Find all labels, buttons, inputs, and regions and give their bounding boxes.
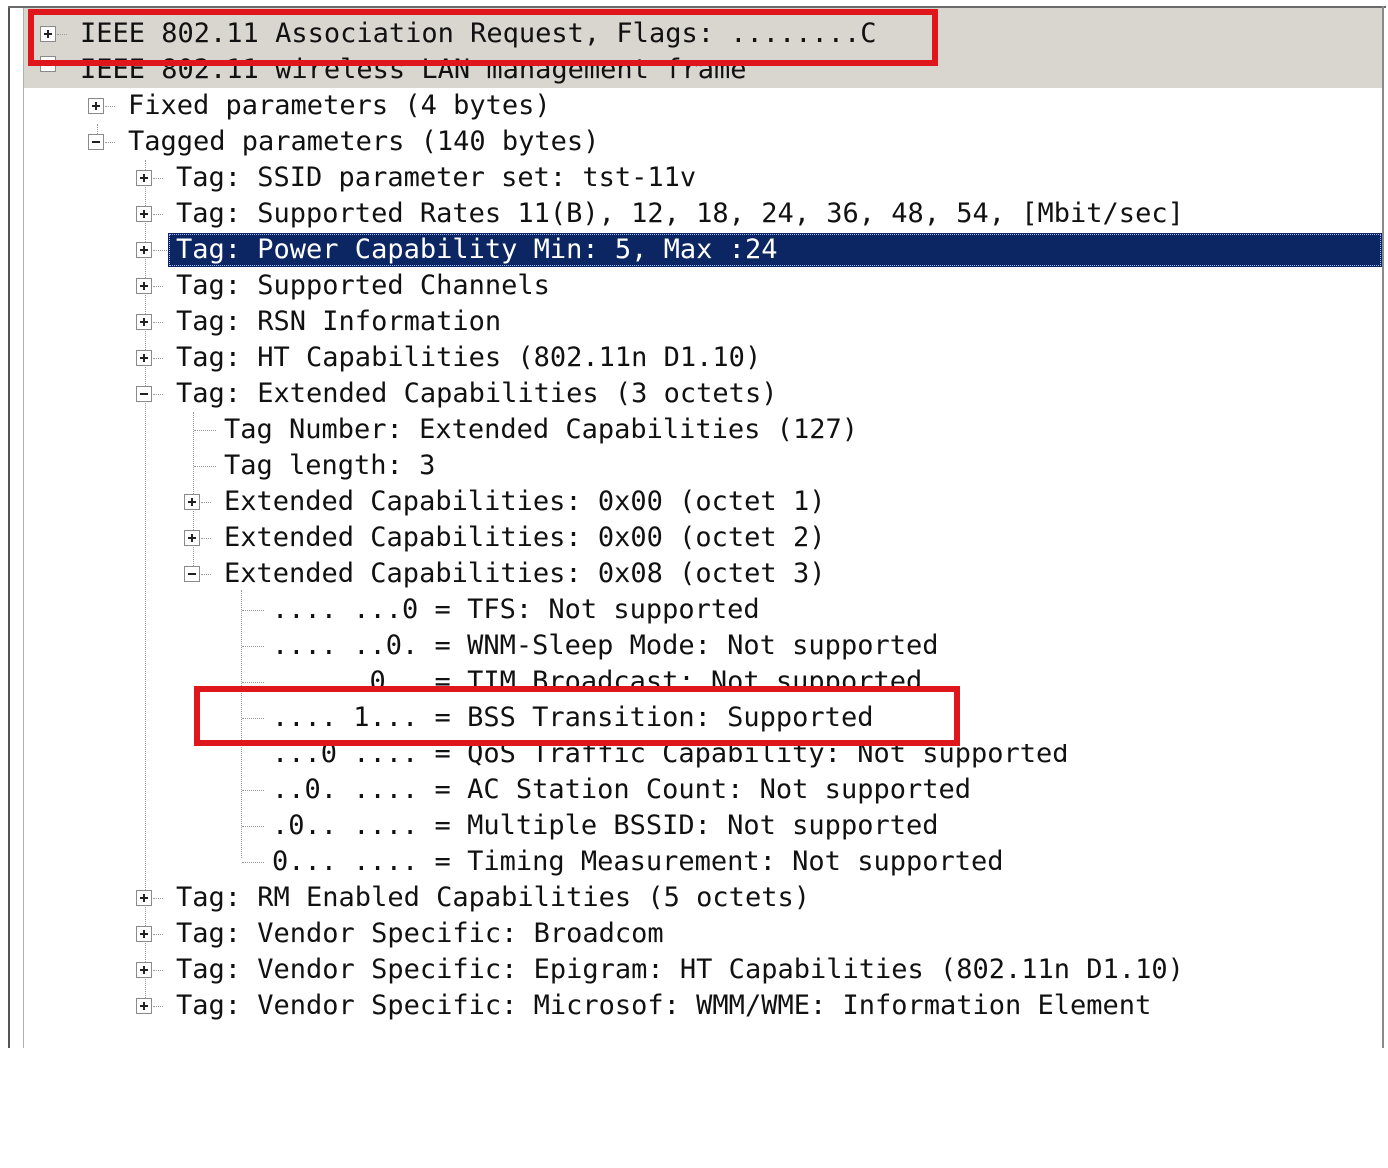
plus-box-icon[interactable]	[184, 494, 200, 510]
tree-connector	[153, 250, 167, 251]
packet-details-pane: IEEE 802.11 Association Request, Flags: …	[0, 0, 1388, 1048]
tree-connector	[153, 898, 163, 899]
plus-box-icon[interactable]	[136, 962, 152, 978]
tree-connector	[105, 106, 115, 107]
tree-connector	[105, 142, 115, 143]
highlight-box-bss-transition	[194, 686, 960, 746]
tree-connector	[153, 934, 163, 935]
pane-left-border	[8, 8, 24, 1048]
row-label: Tag: Extended Capabilities (3 octets)	[176, 378, 778, 409]
row-label: Tag: RM Enabled Capabilities (5 octets)	[176, 882, 810, 913]
row-label: Extended Capabilities: 0x08 (octet 3)	[224, 558, 826, 589]
plus-box-icon[interactable]	[88, 98, 104, 114]
row-label: .... ..0. = WNM-Sleep Mode: Not supporte…	[272, 630, 939, 661]
tree-connector	[153, 394, 163, 395]
highlight-box-association-request	[28, 9, 938, 66]
row-label: Tag length: 3	[224, 450, 436, 481]
plus-box-icon[interactable]	[136, 242, 152, 258]
tree-connector	[153, 970, 163, 971]
tree-connector	[194, 466, 216, 467]
tree-connector	[194, 430, 216, 431]
tree-row-octet-3[interactable]: Extended Capabilities: 0x08 (octet 3)	[184, 556, 1084, 592]
tree-row-octet-1[interactable]: Extended Capabilities: 0x00 (octet 1)	[184, 484, 1084, 520]
row-label: Tag: Supported Channels	[176, 270, 550, 301]
plus-box-icon[interactable]	[136, 926, 152, 942]
tree-row-tagged-params[interactable]: Tagged parameters (140 bytes)	[88, 124, 988, 160]
plus-box-icon[interactable]	[136, 206, 152, 222]
plus-box-icon[interactable]	[136, 998, 152, 1014]
row-label: Tag: Vendor Specific: Epigram: HT Capabi…	[176, 954, 1184, 985]
tree-row-tag-number[interactable]: Tag Number: Extended Capabilities (127)	[184, 412, 1084, 448]
tree-row-supported-rates[interactable]: Tag: Supported Rates 11(B), 12, 18, 24, …	[136, 196, 1236, 232]
row-label: .... ...0 = TFS: Not supported	[272, 594, 760, 625]
row-label: Tag: Supported Rates 11(B), 12, 18, 24, …	[176, 198, 1184, 229]
tree-row-vendor-broadcom[interactable]: Tag: Vendor Specific: Broadcom	[136, 916, 1036, 952]
tree-row-bit-ac-station[interactable]: ..0. .... = AC Station Count: Not suppor…	[232, 772, 1132, 808]
tree-connector	[153, 1006, 163, 1007]
tree-connector	[242, 826, 264, 827]
plus-box-icon[interactable]	[184, 530, 200, 546]
tree-row-rsn[interactable]: Tag: RSN Information	[136, 304, 1036, 340]
plus-box-icon[interactable]	[136, 170, 152, 186]
tree-connector	[153, 286, 163, 287]
row-label: Tag Number: Extended Capabilities (127)	[224, 414, 858, 445]
pane-right-border	[1382, 6, 1384, 1048]
minus-box-icon[interactable]	[136, 386, 152, 402]
tree-connector	[153, 178, 163, 179]
tree-connector	[201, 502, 211, 503]
tree-connector	[201, 574, 211, 575]
row-label: ..0. .... = AC Station Count: Not suppor…	[272, 774, 971, 805]
tree-connector	[242, 862, 264, 863]
row-label: Tag: Vendor Specific: Broadcom	[176, 918, 664, 949]
tree-row-vendor-microsoft[interactable]: Tag: Vendor Specific: Microsof: WMM/WME:…	[136, 988, 1236, 1024]
tree-row-vendor-epigram[interactable]: Tag: Vendor Specific: Epigram: HT Capabi…	[136, 952, 1236, 988]
tree-row-extended-capabilities[interactable]: Tag: Extended Capabilities (3 octets)	[136, 376, 1036, 412]
row-label: ...0 .... = QoS Traffic Capability: Not …	[272, 744, 1069, 769]
tree-connector	[153, 322, 163, 323]
tree-row-bit-multiple-bssid[interactable]: .0.. .... = Multiple BSSID: Not supporte…	[232, 808, 1132, 844]
plus-box-icon[interactable]	[136, 278, 152, 294]
plus-box-icon[interactable]	[136, 350, 152, 366]
minus-box-icon[interactable]	[88, 134, 104, 150]
row-label: Tag: HT Capabilities (802.11n D1.10)	[176, 342, 762, 373]
plus-box-icon[interactable]	[136, 890, 152, 906]
row-label: Tagged parameters (140 bytes)	[128, 126, 600, 157]
row-label: Tag: Vendor Specific: Microsof: WMM/WME:…	[176, 990, 1152, 1021]
row-label: Tag: Power Capability Min: 5, Max :24	[176, 234, 778, 265]
tree-connector	[242, 790, 264, 791]
row-label: .0.. .... = Multiple BSSID: Not supporte…	[272, 810, 939, 841]
tree-connector	[201, 538, 211, 539]
tree-connector	[242, 646, 264, 647]
tree-row-supported-channels[interactable]: Tag: Supported Channels	[136, 268, 1036, 304]
tree-row-rm-enabled[interactable]: Tag: RM Enabled Capabilities (5 octets)	[136, 880, 1036, 916]
tree-row-power-capability[interactable]: Tag: Power Capability Min: 5, Max :24	[136, 232, 1382, 268]
tree-row-bit-wnm-sleep[interactable]: .... ..0. = WNM-Sleep Mode: Not supporte…	[232, 628, 1132, 664]
plus-box-icon[interactable]	[136, 314, 152, 330]
tree-row-ssid[interactable]: Tag: SSID parameter set: tst-11v	[136, 160, 1036, 196]
minus-box-icon[interactable]	[184, 566, 200, 582]
tree-connector	[242, 682, 264, 683]
tree-row-bit-qos-traffic[interactable]: ...0 .... = QoS Traffic Capability: Not …	[232, 744, 1132, 772]
tree-row-tag-length[interactable]: Tag length: 3	[184, 448, 1084, 484]
row-label: Extended Capabilities: 0x00 (octet 1)	[224, 486, 826, 517]
tree-connector	[242, 610, 264, 611]
tree-connector	[153, 358, 163, 359]
tree-row-ht-capabilities[interactable]: Tag: HT Capabilities (802.11n D1.10)	[136, 340, 1036, 376]
row-label: Tag: SSID parameter set: tst-11v	[176, 162, 697, 193]
tree-row-bit-timing-measurement[interactable]: 0... .... = Timing Measurement: Not supp…	[232, 844, 1132, 880]
tree-row-fixed-params[interactable]: Fixed parameters (4 bytes)	[88, 88, 988, 124]
tree-connector	[153, 214, 163, 215]
row-label: 0... .... = Timing Measurement: Not supp…	[272, 846, 1004, 877]
row-label: Fixed parameters (4 bytes)	[128, 90, 551, 121]
tree-row-bit-tfs[interactable]: .... ...0 = TFS: Not supported	[232, 592, 1132, 628]
row-label: Extended Capabilities: 0x00 (octet 2)	[224, 522, 826, 553]
row-label: Tag: RSN Information	[176, 306, 502, 337]
tree-row-octet-2[interactable]: Extended Capabilities: 0x00 (octet 2)	[184, 520, 1084, 556]
